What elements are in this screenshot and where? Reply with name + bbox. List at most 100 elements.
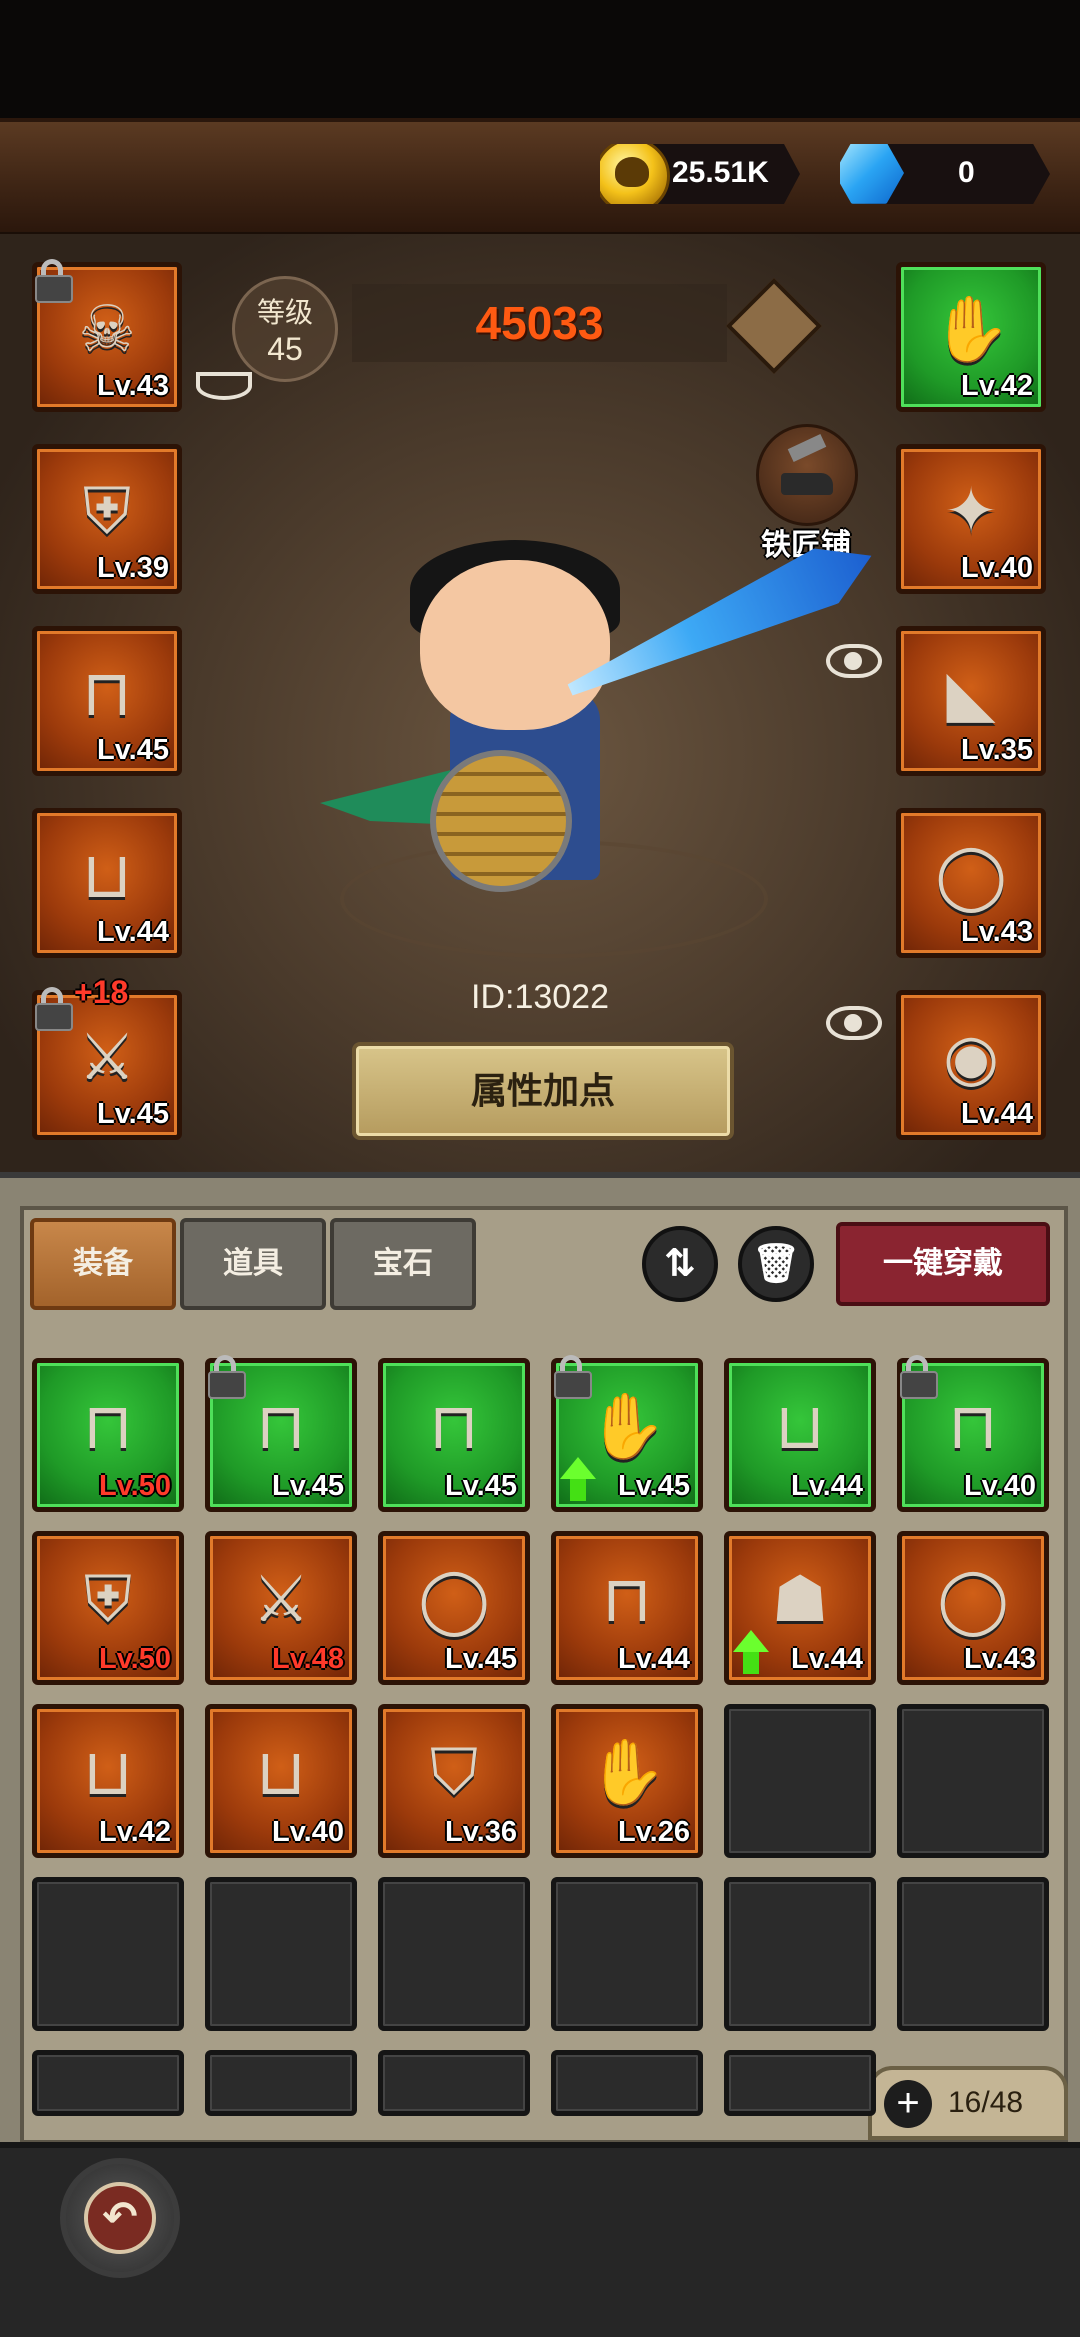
item-icon: ⊓: [83, 1390, 133, 1463]
item-icon: ◉: [943, 1020, 999, 1093]
item-level: Lv.43: [960, 916, 1033, 948]
inventory-slot-empty[interactable]: [205, 1877, 357, 2031]
lock-icon: [33, 259, 73, 303]
item-level: Lv.45: [617, 1470, 690, 1502]
equip-all-button[interactable]: 一键穿戴: [836, 1222, 1050, 1306]
capacity-button[interactable]: + 16/48: [868, 2066, 1068, 2140]
item-level: Lv.42: [960, 370, 1033, 402]
inventory-slot[interactable]: ⊔ Lv.44: [724, 1358, 876, 1512]
inventory-slot-empty[interactable]: [724, 1877, 876, 2031]
tab-gems[interactable]: 宝石: [330, 1218, 476, 1310]
inventory-slot-empty[interactable]: [897, 1877, 1049, 2031]
currency-bar: 25.51K 0: [0, 118, 1080, 238]
hide-eye-icon[interactable]: [196, 372, 252, 400]
inventory-slot-empty[interactable]: [32, 2050, 184, 2116]
back-arrow-icon: ↶: [84, 2182, 156, 2254]
inventory-slot[interactable]: ⊔ Lv.40: [205, 1704, 357, 1858]
blue-gem-icon: [840, 144, 904, 204]
gold-counter[interactable]: 25.51K: [600, 144, 800, 204]
item-level: Lv.44: [617, 1643, 690, 1675]
item-icon: ⊓: [82, 656, 132, 729]
item-icon: ◯: [935, 838, 1007, 911]
item-level: Lv.44: [790, 1643, 863, 1675]
item-icon: ⊓: [948, 1390, 998, 1463]
inventory-slot[interactable]: ⊓ Lv.50: [32, 1358, 184, 1512]
tab-equipment[interactable]: 装备: [30, 1218, 176, 1310]
inventory-slot-empty[interactable]: [724, 2050, 876, 2116]
item-icon: ✋: [587, 1390, 667, 1463]
inventory-slot-empty[interactable]: [551, 1877, 703, 2031]
level-badge: 等级 45: [232, 276, 338, 382]
item-level: Lv.45: [271, 1470, 344, 1502]
item-icon: ◯: [418, 1563, 490, 1636]
inventory-slot-empty[interactable]: [378, 2050, 530, 2116]
equipped-slot-ruby-necklace[interactable]: ✦ Lv.40: [896, 444, 1046, 594]
attribute-points-button[interactable]: 属性加点: [352, 1042, 734, 1140]
equipped-slot-red-pants[interactable]: ⊓ Lv.45: [32, 626, 182, 776]
sort-button[interactable]: ⇅: [642, 1226, 718, 1302]
item-icon: ⛨: [83, 474, 131, 547]
inventory-slot[interactable]: ⛨ Lv.50: [32, 1531, 184, 1685]
item-level: Lv.45: [444, 1643, 517, 1675]
inventory-slot[interactable]: ◯ Lv.43: [897, 1531, 1049, 1685]
inventory-slot[interactable]: ⊓ Lv.45: [378, 1358, 530, 1512]
item-level: Lv.50: [98, 1470, 171, 1502]
item-level: Lv.43: [963, 1643, 1036, 1675]
item-icon: ☠: [78, 292, 136, 365]
item-icon: ✋: [587, 1736, 667, 1809]
item-icon: ⊓: [429, 1390, 479, 1463]
item-icon: ⊔: [256, 1736, 306, 1809]
item-level: Lv.39: [96, 552, 169, 584]
level-label: 等级: [256, 297, 313, 328]
inventory-slot-empty[interactable]: [724, 1704, 876, 1858]
trash-button[interactable]: 🗑: [738, 1226, 814, 1302]
tab-items[interactable]: 道具: [180, 1218, 326, 1310]
inventory-slot[interactable]: ⛉ Lv.36: [378, 1704, 530, 1858]
eye-icon[interactable]: [826, 1006, 882, 1040]
equipped-slot-boots[interactable]: ⊔ Lv.44: [32, 808, 182, 958]
anvil-icon: [756, 424, 858, 526]
item-icon: ⊔: [775, 1390, 825, 1463]
equipped-slot-wooden-shield[interactable]: ◉ Lv.44: [896, 990, 1046, 1140]
blacksmith-button[interactable]: 铁匠铺: [756, 424, 858, 562]
item-icon: ☗: [771, 1563, 829, 1636]
equipped-slot-steel-gauntlet[interactable]: ✋ Lv.42: [896, 262, 1046, 412]
equipped-slot-skull-helmet[interactable]: ☠ Lv.43: [32, 259, 182, 412]
upgrade-arrow-icon: [733, 1630, 769, 1674]
inventory-slot[interactable]: ⊓ Lv.44: [551, 1531, 703, 1685]
inventory-slot[interactable]: ⊓ Lv.40: [897, 1355, 1049, 1512]
inventory-slot[interactable]: ☗ Lv.44: [724, 1531, 876, 1685]
equipped-slot-green-cape[interactable]: ◣ Lv.35: [896, 626, 1046, 776]
equipped-slot-jade-ring[interactable]: ◯ Lv.43: [896, 808, 1046, 958]
item-icon: ⛉: [430, 1736, 478, 1809]
equipped-slot-shoulder-armor[interactable]: ⛨ Lv.39: [32, 444, 182, 594]
item-icon: ⊔: [82, 838, 132, 911]
back-button[interactable]: ↶: [60, 2158, 180, 2278]
inventory-slot[interactable]: ⊓ Lv.45: [205, 1355, 357, 1512]
inventory-slot-empty[interactable]: [551, 2050, 703, 2116]
inventory-slot-empty[interactable]: [32, 1877, 184, 2031]
item-icon: ✦: [944, 474, 998, 547]
inventory-slot[interactable]: ⊔ Lv.42: [32, 1704, 184, 1858]
item-icon: ⊔: [83, 1736, 133, 1809]
inventory-slot[interactable]: ✋ Lv.26: [551, 1704, 703, 1858]
item-icon: ◯: [937, 1563, 1009, 1636]
item-icon: ⊓: [256, 1390, 306, 1463]
inventory-slot-empty[interactable]: [897, 1704, 1049, 1858]
inventory-slot[interactable]: ⚔ Lv.48: [205, 1531, 357, 1685]
inventory-slot[interactable]: ✋ Lv.45: [551, 1355, 703, 1512]
gold-amount: 25.51K: [672, 156, 769, 189]
equipped-slot-ice-sword[interactable]: ⚔ Lv.45: [32, 987, 182, 1140]
player-id: ID:13022: [471, 978, 609, 1016]
item-level: Lv.44: [790, 1470, 863, 1502]
item-icon: ◣: [946, 656, 996, 729]
gem-amount: 0: [958, 156, 975, 189]
item-level: Lv.48: [271, 1643, 344, 1675]
item-level: Lv.45: [96, 734, 169, 766]
inventory-slot-empty[interactable]: [205, 2050, 357, 2116]
combat-power: 45033: [352, 284, 727, 362]
inventory-slot-empty[interactable]: [378, 1877, 530, 2031]
gem-counter[interactable]: 0: [840, 144, 1050, 204]
inventory-slot[interactable]: ◯ Lv.45: [378, 1531, 530, 1685]
lock-icon: [206, 1355, 246, 1399]
